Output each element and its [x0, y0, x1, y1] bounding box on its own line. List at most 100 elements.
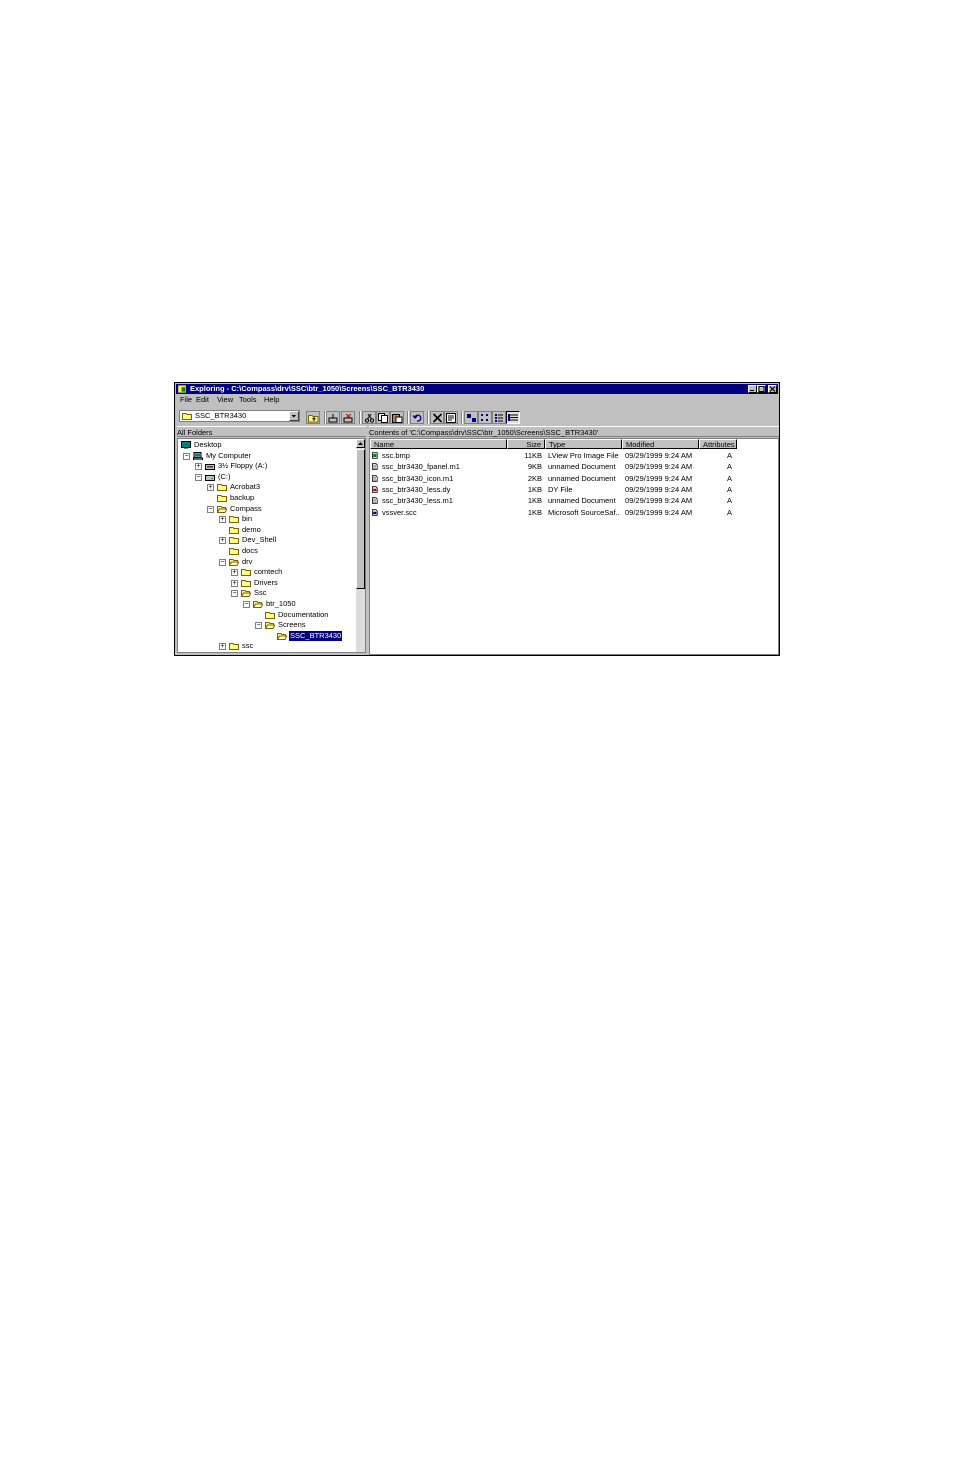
folder-icon	[229, 526, 239, 534]
tree-node-label: bin	[242, 514, 253, 524]
cut-button[interactable]	[362, 411, 376, 424]
address-combo[interactable]: SSC_BTR3430	[179, 410, 300, 422]
file-row[interactable]: ssc_btr3430_less.m1 1KB unnamed Document 09…	[370, 495, 778, 506]
column-type[interactable]: Type	[545, 439, 622, 449]
tree-node-label: demo	[242, 524, 261, 534]
column-modified[interactable]: Modified	[622, 439, 699, 449]
document-icon	[372, 497, 378, 504]
map-drive-button[interactable]	[326, 411, 340, 424]
copy-icon	[378, 413, 388, 423]
toolbar: SSC_BTR3430	[176, 407, 778, 424]
tree-node-label: docs	[242, 546, 258, 555]
open-folder-icon	[217, 505, 227, 513]
collapse-toggle[interactable]: −	[255, 622, 262, 630]
tree-node-label: ssc	[242, 641, 254, 651]
list-view-button[interactable]	[492, 411, 506, 424]
file-type: LView Pro Image File	[548, 451, 619, 460]
file-row[interactable]: ssc.bmp 11KB LView Pro Image File 09/29/199…	[370, 450, 778, 461]
undo-button[interactable]	[410, 411, 424, 424]
file-attributes: A	[727, 507, 733, 517]
menu-bar: File Edit View Tools Help	[176, 395, 778, 405]
file-name: ssc_btr3430_icon.m1	[382, 473, 454, 483]
large-icons-icon	[467, 414, 476, 422]
expand-toggle[interactable]: +	[231, 579, 238, 587]
open-folder-icon	[229, 558, 239, 566]
column-name[interactable]: Name	[370, 439, 507, 449]
properties-button[interactable]	[444, 411, 458, 424]
folder-icon	[265, 611, 275, 619]
file-modified: 09/29/1999 9:24 AM	[625, 451, 693, 460]
collapse-toggle[interactable]: −	[183, 452, 190, 460]
folder-tree[interactable]: Desktop − My Computer +3½ Floppy (A:) − (C:) +…	[177, 438, 366, 653]
collapse-toggle[interactable]: −	[195, 473, 202, 481]
large-icons-button[interactable]	[464, 411, 478, 424]
delete-button[interactable]	[430, 411, 444, 424]
map-drive-icon	[328, 414, 338, 423]
file-row[interactable]: vssver.scc 1KB Microsoft SourceSaf... 09/29…	[370, 507, 778, 518]
contents-header: Contents of 'C:\Compass\drv\SSC\btr_1050…	[369, 426, 779, 437]
disconnect-icon	[343, 413, 353, 423]
close-button[interactable]	[768, 385, 777, 393]
disconnect-drive-button[interactable]	[341, 411, 355, 424]
menu-file[interactable]: File	[180, 395, 192, 405]
image-file-icon	[372, 452, 378, 459]
up-folder-button[interactable]	[306, 411, 320, 424]
expand-toggle[interactable]: +	[195, 463, 202, 471]
chevron-up-icon	[358, 442, 363, 445]
tree-node-label: 3½ Floppy (A:)	[218, 461, 268, 471]
file-modified: 09/29/1999 9:24 AM	[625, 473, 693, 483]
tree-node-label: Acrobat3	[230, 482, 261, 492]
file-modified: 09/29/1999 9:24 AM	[625, 507, 693, 517]
scroll-thumb[interactable]	[356, 449, 365, 589]
details-view-button[interactable]	[506, 411, 520, 424]
collapse-toggle[interactable]: −	[219, 558, 226, 566]
address-dropdown-button[interactable]	[289, 411, 299, 421]
collapse-toggle[interactable]: −	[207, 505, 214, 513]
menu-tools[interactable]: Tools	[239, 395, 257, 405]
folder-icon	[217, 484, 227, 492]
minimize-button[interactable]	[748, 385, 757, 393]
small-icons-button[interactable]	[478, 411, 492, 424]
expand-toggle[interactable]: +	[231, 569, 238, 577]
title-bar[interactable]: Exploring - C:\Compass\drv\SSC\btr_1050\…	[176, 384, 778, 394]
column-attributes[interactable]: Attributes	[699, 439, 737, 449]
toolbar-separator	[461, 411, 463, 424]
column-size[interactable]: Size	[507, 439, 545, 449]
expand-toggle[interactable]: +	[207, 484, 214, 492]
file-attributes: A	[727, 496, 733, 506]
expand-toggle[interactable]: +	[219, 643, 226, 651]
expand-toggle[interactable]: +	[219, 516, 226, 524]
minimize-icon	[750, 390, 754, 391]
file-attributes: A	[727, 484, 733, 494]
menu-edit[interactable]: Edit	[196, 395, 209, 405]
paste-icon	[392, 414, 403, 423]
file-size: 2KB	[527, 473, 542, 483]
expand-toggle[interactable]: +	[219, 537, 226, 545]
file-row[interactable]: ssc_btr3430_fpanel.m1 9KB unnamed Document…	[370, 461, 778, 472]
file-type: unnamed Document	[548, 496, 616, 506]
menu-view[interactable]: View	[217, 395, 233, 405]
tree-node-label: Ssc	[254, 588, 267, 598]
folder-icon	[217, 495, 227, 502]
maximize-button[interactable]	[757, 385, 766, 393]
document-icon	[372, 474, 378, 482]
tree-node-label: Desktop	[194, 440, 222, 449]
copy-button[interactable]	[376, 411, 390, 424]
paste-button[interactable]	[390, 411, 404, 424]
scroll-up-button[interactable]	[356, 439, 365, 448]
file-row[interactable]: ssc_btr3430_icon.m1 2KB unnamed Document 09…	[370, 473, 778, 484]
folder-icon	[229, 516, 239, 524]
menu-help[interactable]: Help	[264, 395, 279, 405]
folder-icon	[229, 643, 239, 651]
tree-node-label: Dev_Shell	[242, 535, 277, 545]
collapse-toggle[interactable]: −	[231, 590, 238, 598]
file-name: ssc_btr3430_less.dy	[382, 484, 451, 494]
file-attributes: A	[727, 451, 733, 460]
file-list[interactable]: Name Size Type Modified Attributes ssc.b…	[369, 438, 779, 655]
file-row[interactable]: ssc_btr3430_less.dy 1KB DY File 09/29/1999 …	[370, 484, 778, 495]
all-folders-label: All Folders	[177, 428, 213, 437]
tree-node-label: Documentation	[278, 609, 329, 619]
tree-scrollbar[interactable]	[356, 439, 365, 652]
explorer-app-icon	[178, 385, 186, 393]
collapse-toggle[interactable]: −	[243, 601, 250, 608]
